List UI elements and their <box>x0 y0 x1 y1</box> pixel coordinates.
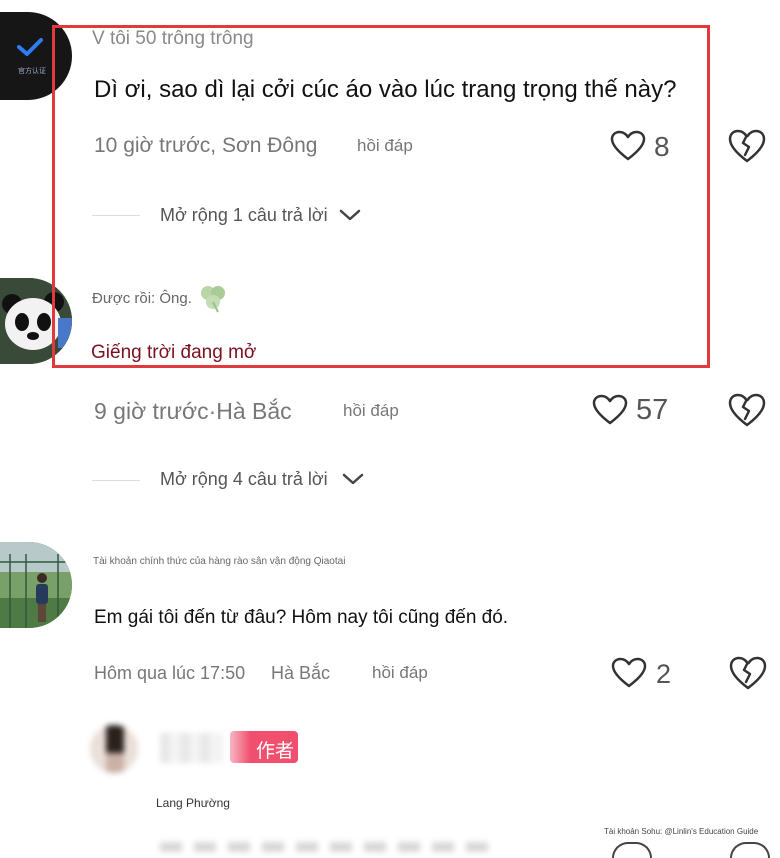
avatar-badge-text: 官方认证 <box>18 67 46 75</box>
like-icon[interactable] <box>611 657 647 689</box>
dislike-icon[interactable] <box>728 128 766 164</box>
like-icon[interactable] <box>592 394 628 426</box>
expand-replies-button[interactable]: Mở rộng 4 câu trả lời <box>160 469 328 490</box>
author-badge: 作者 <box>230 731 298 763</box>
cutoff-like-icon <box>612 842 652 858</box>
comment-location: Hà Bắc <box>271 663 331 683</box>
avatar[interactable]: 官方认证 <box>0 12 72 100</box>
expand-divider <box>92 215 140 216</box>
username-blurred <box>160 733 222 763</box>
username[interactable]: Tài khoản chính thức của hàng rào sân vậ… <box>93 556 345 567</box>
chevron-down-icon[interactable] <box>341 471 365 487</box>
panda-icon <box>0 278 72 364</box>
reply-button[interactable]: hồi đáp <box>343 401 399 421</box>
expand-divider <box>92 480 140 481</box>
like-count: 2 <box>656 659 672 689</box>
cutoff-dislike-icon <box>730 842 770 858</box>
like-count: 8 <box>654 131 670 162</box>
comment-time-location: 9 giờ trước·Hà Bắc <box>94 398 292 424</box>
reply-button[interactable]: hồi đáp <box>357 136 413 156</box>
avatar[interactable] <box>0 278 72 364</box>
expand-replies-button[interactable]: Mở rộng 1 câu trả lời <box>160 205 328 226</box>
clover-icon <box>196 281 230 320</box>
dislike-icon[interactable] <box>729 655 767 691</box>
comment-text: Em gái tôi đến từ đâu? Hôm nay tôi cũng … <box>94 607 509 628</box>
avatar[interactable] <box>0 542 72 628</box>
username[interactable]: Được rồi: Ông. <box>92 290 192 307</box>
comment-time: Hôm qua lúc 17:50 <box>94 663 246 683</box>
comment-time-location: 10 giờ trước, Sơn Đông <box>94 134 318 157</box>
stadium-photo-icon <box>0 542 72 628</box>
verified-check-icon <box>17 38 43 56</box>
reply-button[interactable]: hồi đáp <box>372 663 428 683</box>
watermark-text: Tài khoản Sohu: @Linlin's Education Guid… <box>604 827 759 836</box>
comment-text: Dì ơi, sao dì lại cởi cúc áo vào lúc tra… <box>94 76 677 103</box>
dislike-icon[interactable] <box>728 392 766 428</box>
avatar[interactable] <box>90 725 138 773</box>
username[interactable]: V tôi 50 trông trông <box>92 28 254 50</box>
like-icon[interactable] <box>610 130 646 162</box>
like-count: 57 <box>636 394 669 426</box>
caption-text: Lang Phường <box>156 796 230 810</box>
comment-text: Giếng trời đang mở <box>91 342 257 363</box>
chevron-down-icon[interactable] <box>338 207 362 223</box>
cutoff-row <box>160 842 490 852</box>
author-badge-text: 作者 <box>256 740 295 762</box>
